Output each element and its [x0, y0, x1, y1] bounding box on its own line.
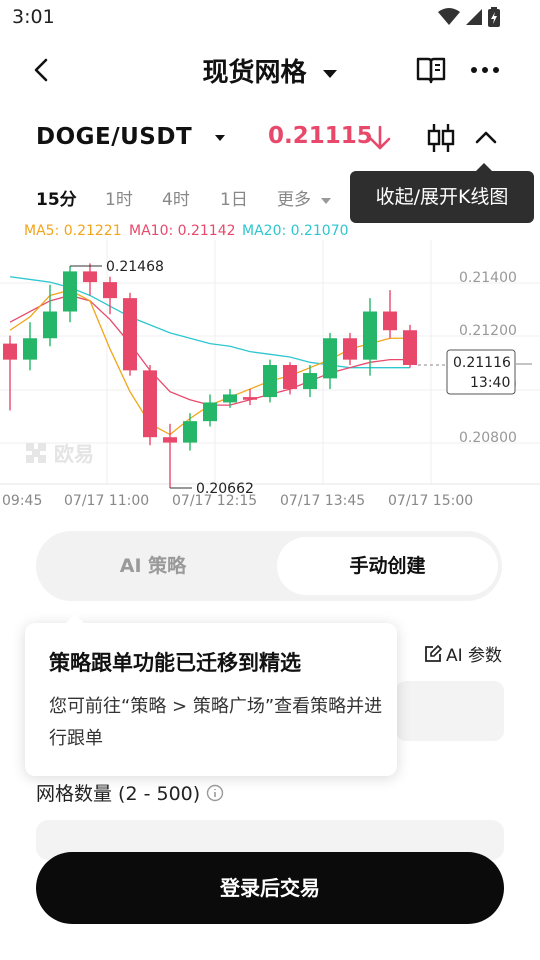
grid-count-label: 网格数量 (2 - 500) [36, 779, 224, 806]
arrow-down-icon [369, 125, 391, 150]
page-title-text: 现货网格 [202, 58, 307, 88]
guide-book-icon[interactable] [416, 55, 446, 85]
chevron-up-icon[interactable] [474, 128, 498, 146]
watermark-text: 欧易 [54, 442, 94, 466]
tab-15m[interactable]: 15分 [36, 185, 77, 210]
watermark-logo [26, 455, 34, 463]
tab-manual-create[interactable]: 手动创建 [277, 537, 498, 595]
caret-down-icon [321, 198, 332, 204]
candle-body [163, 437, 177, 443]
battery-icon [488, 7, 500, 27]
popover-title: 策略跟单功能已迁移到精选 [49, 651, 301, 675]
ai-params-link[interactable]: AI 参数 [424, 641, 502, 666]
ma5-label: MA5: 0.21221 [24, 223, 122, 239]
edit-icon [425, 644, 442, 662]
tab-1d[interactable]: 1日 [220, 185, 248, 210]
candle-body [403, 330, 417, 365]
price-range-field[interactable] [396, 681, 504, 741]
tab-1h[interactable]: 1时 [105, 185, 133, 210]
candle-body [123, 298, 137, 371]
caret-down-icon [214, 134, 225, 141]
x-tick-label: 09:45 [2, 493, 42, 509]
kline-chart[interactable]: 欧易0.214680.206620.214000.212000.211000.2… [0, 240, 540, 518]
candle-body [363, 311, 377, 360]
ma10-label: MA10: 0.21142 [129, 223, 236, 239]
status-time: 3:01 [12, 6, 55, 28]
tab-more-label: 更多 [277, 190, 311, 210]
info-icon[interactable] [206, 784, 224, 802]
candle-body [3, 343, 17, 360]
tab-ai-strategy[interactable]: AI 策略 [36, 531, 270, 601]
candle-body [203, 402, 217, 422]
candle-body [303, 373, 317, 390]
y-tick-label: 0.21400 [459, 270, 517, 286]
migration-popover: 策略跟单功能已迁移到精选 您可前往“策略 > 策略广场”查看策略并进行跟单 [25, 614, 397, 776]
candle-body [143, 370, 157, 438]
tab-4h[interactable]: 4时 [162, 185, 190, 210]
wifi-icon [438, 8, 460, 25]
candle-body [263, 365, 277, 398]
candle-body [283, 365, 297, 390]
y-tick-label: 0.20800 [459, 430, 517, 446]
candle-body [23, 338, 37, 360]
pair-name: DOGE/USDT [36, 124, 193, 150]
grid-count-text: 网格数量 (2 - 500) [36, 783, 201, 805]
high-price-label: 0.21468 [106, 259, 164, 275]
x-tick-label: 07/17 13:45 [280, 493, 365, 509]
candle-body [63, 271, 77, 312]
candle-body [323, 338, 337, 379]
candlestick-toggle-icon[interactable] [426, 122, 456, 154]
candle-body [183, 421, 197, 443]
collapse-chart-tooltip: 收起/展开K线图 [350, 163, 534, 223]
candle-body [243, 397, 257, 400]
x-tick-label: 07/17 12:15 [172, 493, 257, 509]
status-icons [438, 7, 500, 27]
candle-body [83, 271, 97, 283]
x-tick-label: 07/17 11:00 [64, 493, 149, 509]
candle-body [43, 311, 57, 339]
login-to-trade-button[interactable]: 登录后交易 [36, 852, 504, 924]
candle-body [223, 394, 237, 403]
pair-selector[interactable]: DOGE/USDT [36, 124, 227, 150]
last-price: 0.21115 [268, 123, 373, 149]
candle-body [383, 311, 397, 331]
more-options-icon[interactable] [469, 63, 501, 77]
x-tick-label: 07/17 15:00 [388, 493, 473, 509]
y-tick-label: 0.21200 [459, 323, 517, 339]
candle-body [103, 282, 117, 299]
watermark-logo [38, 455, 46, 463]
no-sim-icon [466, 9, 482, 25]
current-price-value: 0.21116 [453, 355, 511, 371]
popover-body: 您可前往“策略 > 策略广场”查看策略并进行跟单 [49, 696, 383, 749]
candle-body [343, 338, 357, 360]
current-price-countdown: 13:40 [470, 375, 510, 391]
ma20-label: MA20: 0.21070 [242, 223, 349, 239]
ai-params-label: AI 参数 [446, 646, 503, 666]
caret-down-icon [322, 69, 337, 78]
tab-more[interactable]: 更多 [277, 185, 332, 210]
page-title[interactable]: 现货网格 [0, 52, 540, 89]
